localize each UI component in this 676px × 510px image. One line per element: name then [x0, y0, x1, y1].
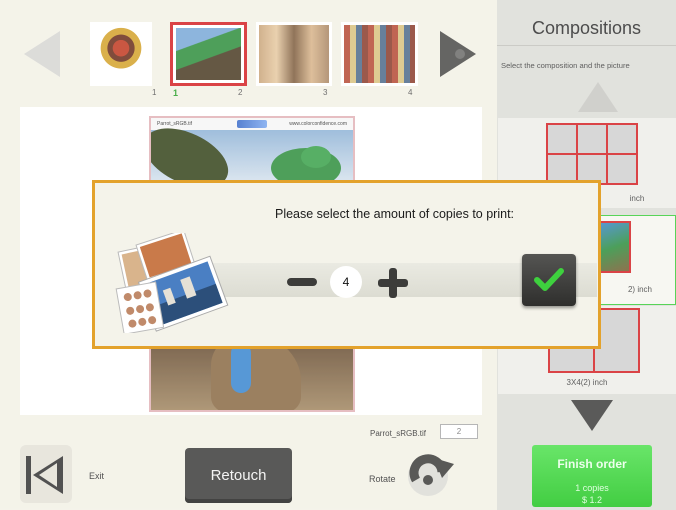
checkmark-icon [534, 268, 564, 291]
decrease-quantity-button[interactable] [287, 278, 317, 286]
confirm-button[interactable] [522, 254, 576, 306]
copies-dialog: Please select the amount of copies to pr… [92, 180, 601, 349]
photos-icon [115, 233, 229, 333]
increase-quantity-button[interactable] [378, 268, 408, 298]
quantity-value: 4 [330, 266, 362, 298]
dialog-title: Please select the amount of copies to pr… [274, 207, 515, 221]
